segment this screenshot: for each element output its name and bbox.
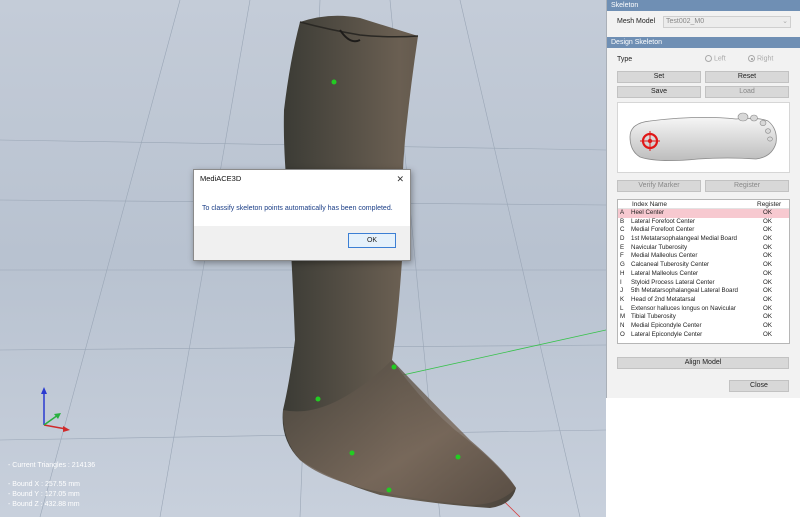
col-register: Register [757, 201, 782, 208]
table-row[interactable]: J 5th Metatarsophalangeal Lateral Board OK [618, 287, 789, 296]
design-skeleton-header: Design Skeleton [607, 37, 800, 48]
mesh-model-select[interactable]: Test002_M0 ⌄ [663, 16, 791, 28]
row-register: OK [763, 304, 772, 312]
reset-button[interactable]: Reset [705, 71, 789, 83]
row-index: E [620, 243, 625, 251]
type-label: Type [617, 56, 633, 63]
row-name: Styloid Process Lateral Center [631, 278, 715, 286]
save-button[interactable]: Save [617, 86, 701, 98]
table-row[interactable]: M Tibial Tuberosity OK [618, 313, 789, 322]
table-row[interactable]: C Medial Forefoot Center OK [618, 226, 789, 235]
brand-logo: MediACE3D [684, 491, 791, 511]
set-button[interactable]: Set [617, 71, 701, 83]
row-register: OK [763, 209, 772, 216]
row-index: A [620, 209, 625, 216]
axis-gizmo [41, 387, 70, 432]
mesh-model-value: Test002_M0 [666, 18, 705, 25]
bound-y: - Bound Y : 127.05 mm [8, 491, 80, 498]
radio-icon [705, 55, 712, 62]
row-index: B [620, 217, 625, 225]
row-index: O [620, 330, 625, 338]
row-register: OK [763, 252, 772, 260]
row-name: Lateral Forefoot Center [631, 217, 695, 225]
row-name: Head of 2nd Metatarsal [631, 295, 696, 303]
table-header: Index Name Register [618, 200, 789, 209]
close-button[interactable]: Close [729, 380, 789, 392]
row-register: OK [763, 226, 772, 234]
table-row[interactable]: A Heel Center OK [618, 209, 789, 218]
row-name: Medial Malleolus Center [631, 252, 698, 260]
col-index-name: Index Name [632, 201, 668, 208]
row-name: 1st Metatarsophalangeal Medial Board [631, 235, 737, 243]
row-index: J [620, 287, 624, 295]
foot-sole-image[interactable] [617, 102, 790, 173]
right-radio[interactable]: Right [748, 55, 773, 62]
row-index: C [620, 226, 625, 234]
table-row[interactable]: B Lateral Forefoot Center OK [618, 218, 789, 227]
align-model-button[interactable]: Align Model [617, 357, 789, 369]
chevron-down-icon: ⌄ [782, 18, 788, 25]
skeleton-table[interactable]: Index Name Register A Heel Center OK B Later… [617, 199, 790, 344]
message-dialog: MediACE3D ✕ To classify skeleton points … [193, 169, 411, 261]
row-index: D [620, 235, 625, 243]
left-radio[interactable]: Left [705, 55, 726, 62]
dialog-message: To classify skeleton points automaticall… [202, 205, 393, 212]
radio-selected-icon [748, 55, 755, 62]
table-row[interactable]: F Medial Malleolus Center OK [618, 252, 789, 261]
row-name: 5th Metatarsophalangeal Lateral Board [631, 287, 738, 295]
row-name: Navicular Tuberosity [631, 243, 688, 251]
row-register: OK [763, 313, 772, 321]
row-name: Medial Forefoot Center [631, 226, 695, 234]
table-row[interactable]: L Extensor halluces longus on Navicular OK [618, 305, 789, 314]
row-name: Tibial Tuberosity [631, 313, 676, 321]
row-name: Lateral Epicondyle Center [631, 330, 703, 338]
dialog-title: MediACE3D [200, 174, 242, 183]
verify-marker-button[interactable]: Verify Marker [617, 180, 701, 192]
row-register: OK [763, 243, 772, 251]
row-register: OK [763, 287, 772, 295]
load-button[interactable]: Load [705, 86, 789, 98]
row-register: OK [763, 278, 772, 286]
row-index: K [620, 295, 625, 303]
row-index: H [620, 269, 625, 277]
foot-sole-icon [629, 112, 777, 161]
row-register: OK [763, 295, 772, 303]
triangle-count: - Current Triangles : 214136 [8, 462, 96, 469]
table-row[interactable]: O Lateral Epicondyle Center OK [618, 331, 789, 340]
row-index: I [620, 278, 622, 286]
table-row[interactable]: K Head of 2nd Metatarsal OK [618, 296, 789, 305]
table-row[interactable]: H Lateral Malleolus Center OK [618, 270, 789, 279]
table-row[interactable]: D 1st Metatarsophalangeal Medial Board OK [618, 235, 789, 244]
row-name: Lateral Malleolus Center [631, 269, 699, 277]
dialog-footer: OK [194, 226, 410, 260]
bound-z: - Bound Z : 432.88 mm [8, 501, 80, 508]
table-row[interactable]: N Medial Epicondyle Center OK [618, 322, 789, 331]
bound-x: - Bound X : 257.55 mm [8, 481, 80, 488]
row-index: N [620, 321, 625, 329]
table-row[interactable]: G Calcaneal Tuberosity Center OK [618, 261, 789, 270]
skeleton-header: Skeleton [607, 0, 800, 11]
table-body: A Heel Center OK B Lateral Forefoot Center OK… [618, 209, 789, 339]
dialog-titlebar: MediACE3D ✕ [194, 170, 410, 188]
row-register: OK [763, 235, 772, 243]
table-row[interactable]: I Styloid Process Lateral Center OK [618, 279, 789, 288]
row-index: L [620, 304, 624, 312]
row-name: Calcaneal Tuberosity Center [631, 261, 710, 269]
close-icon[interactable]: ✕ [396, 170, 404, 188]
row-name: Heel Center [631, 209, 665, 216]
register-button[interactable]: Register [705, 180, 789, 192]
row-register: OK [763, 330, 772, 338]
row-index: G [620, 261, 625, 269]
row-name: Medial Epicondyle Center [631, 321, 702, 329]
row-register: OK [763, 261, 772, 269]
ok-button[interactable]: OK [348, 233, 396, 248]
mesh-model-label: Mesh Model [617, 18, 656, 25]
row-register: OK [763, 269, 772, 277]
table-row[interactable]: E Navicular Tuberosity OK [618, 244, 789, 253]
row-name: Extensor halluces longus on Navicular [631, 304, 736, 312]
row-index: F [620, 252, 624, 260]
row-register: OK [763, 217, 772, 225]
row-index: M [620, 313, 626, 321]
row-register: OK [763, 321, 772, 329]
